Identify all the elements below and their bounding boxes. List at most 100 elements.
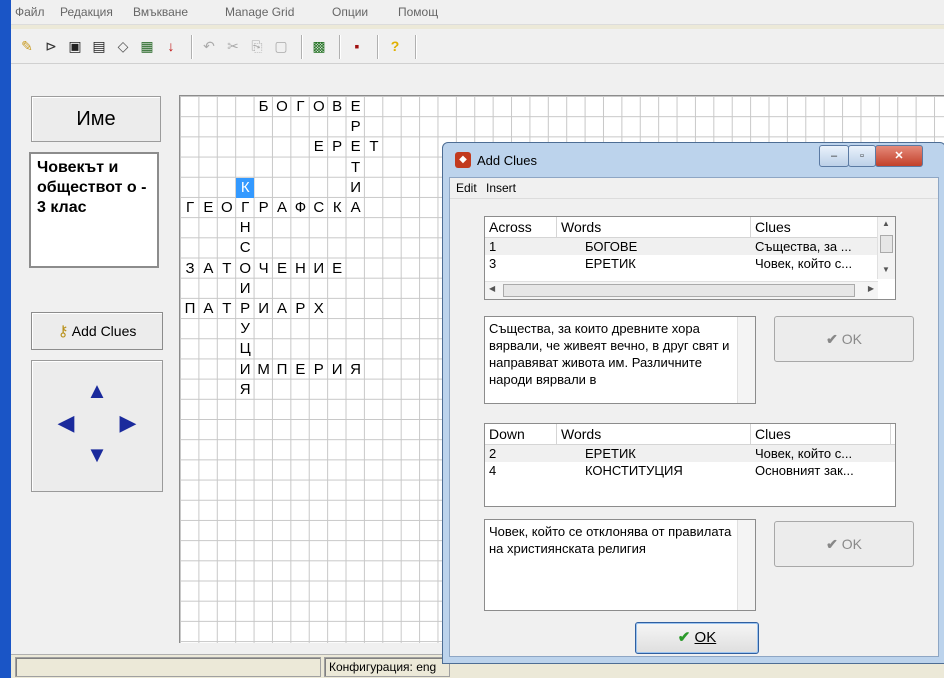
paste-icon[interactable]: ▢ (271, 36, 291, 56)
grid-cell[interactable]: А (199, 259, 217, 279)
maximize-button[interactable]: ▫ (848, 145, 876, 167)
grid-cell[interactable]: Ф (291, 198, 309, 218)
grid-cell[interactable]: И (255, 299, 273, 319)
grid-cell[interactable]: А (273, 198, 291, 218)
across-list[interactable]: Across Words Clues 1 БОГОВЕ Същества, за… (484, 216, 896, 300)
grid-cell[interactable]: Т (365, 137, 383, 157)
dialog-title-bar[interactable]: ◆ Add Clues – ▫ ✕ (443, 143, 944, 177)
list-item[interactable]: 2 ЕРЕТИК Човек, който с... (485, 445, 895, 462)
col-clues[interactable]: Clues (751, 217, 876, 237)
grid-cell[interactable]: Н (236, 218, 254, 238)
down-list[interactable]: Down Words Clues 2 ЕРЕТИК Човек, който с… (484, 423, 896, 507)
new-file-icon[interactable]: ✎ (17, 36, 37, 56)
grid-cell[interactable]: Е (347, 97, 365, 117)
cut-icon[interactable]: ✂ (223, 36, 243, 56)
close-button[interactable]: ✕ (875, 145, 923, 167)
menu-help[interactable]: Помощ (398, 5, 438, 19)
col-across[interactable]: Across (485, 217, 557, 237)
grid-cell[interactable]: Т (218, 299, 236, 319)
grid-cell[interactable]: Ч (255, 259, 273, 279)
grid-cell[interactable]: Н (291, 259, 309, 279)
grid-cell[interactable]: О (273, 97, 291, 117)
grid-cell[interactable]: Я (236, 380, 254, 400)
grid-cell[interactable]: А (347, 198, 365, 218)
grid-cell[interactable]: А (273, 299, 291, 319)
menu-file[interactable]: Файл (15, 5, 45, 19)
grid-cell[interactable]: О (236, 259, 254, 279)
scroll-left-icon[interactable]: ◀ (489, 284, 495, 293)
grid-cell[interactable]: И (347, 178, 365, 198)
grid-cell[interactable]: Р (236, 299, 254, 319)
scroll-down-icon[interactable]: ▼ (882, 265, 890, 274)
generate-grid-icon[interactable]: ▩ (309, 36, 329, 56)
grid-cell[interactable]: П (273, 360, 291, 380)
down-ok-button[interactable]: ✔ OK (774, 521, 914, 567)
grid-cell[interactable]: З (181, 259, 199, 279)
open-folder-icon[interactable]: ⊳ (41, 36, 61, 56)
grid-cell[interactable]: Х (310, 299, 328, 319)
menu-manage-grid[interactable]: Manage Grid (225, 5, 294, 19)
grid-cell[interactable]: Р (291, 299, 309, 319)
arrow-left-icon[interactable]: ◀ (54, 411, 78, 435)
grid-cell[interactable]: Е (310, 137, 328, 157)
grid-cell[interactable]: Я (347, 360, 365, 380)
across-hscroll[interactable]: ◀ ▶ (485, 281, 878, 299)
topic-text[interactable]: Човекът и обществот о - 3 клас (29, 152, 159, 268)
grid-cell[interactable]: К (328, 198, 346, 218)
down-arrow-icon[interactable]: ↓ (161, 36, 181, 56)
minimize-button[interactable]: – (819, 145, 849, 167)
ok-button[interactable]: ✔ OK (635, 622, 759, 654)
grid-cell[interactable]: Т (347, 158, 365, 178)
col-clues[interactable]: Clues (751, 424, 891, 444)
copy-icon[interactable]: ⎘ (247, 36, 267, 56)
grid-cell[interactable]: С (236, 238, 254, 258)
help-icon[interactable]: ? (385, 36, 405, 56)
add-clues-button[interactable]: ⚷ Add Clues (31, 312, 163, 350)
grid-pattern-icon[interactable]: ▦ (137, 36, 157, 56)
grid-cell[interactable]: О (310, 97, 328, 117)
grid-cell[interactable]: У (236, 319, 254, 339)
grid-cell[interactable]: Г (291, 97, 309, 117)
grid-cell[interactable]: В (328, 97, 346, 117)
grid-cell[interactable]: И (236, 279, 254, 299)
across-clue-vscroll[interactable] (737, 317, 755, 403)
grid-cell[interactable]: Е (199, 198, 217, 218)
grid-cell[interactable]: С (310, 198, 328, 218)
scroll-up-icon[interactable]: ▲ (882, 219, 890, 228)
menu-insert[interactable]: Вмъкване (133, 5, 188, 19)
grid-cell[interactable]: А (199, 299, 217, 319)
grid-cell[interactable]: Т (218, 259, 236, 279)
grid-cell[interactable]: М (255, 360, 273, 380)
grid-cell[interactable]: П (181, 299, 199, 319)
grid-cell[interactable]: Е (347, 137, 365, 157)
menu-edit[interactable]: Редакция (60, 5, 113, 19)
grid-cell[interactable]: Е (328, 259, 346, 279)
grid-cell[interactable]: Р (255, 198, 273, 218)
grid-cell[interactable]: Г (181, 198, 199, 218)
grid-cell[interactable]: И (236, 360, 254, 380)
save-all-icon[interactable]: ▤ (89, 36, 109, 56)
grid-cell[interactable]: Г (236, 198, 254, 218)
col-down[interactable]: Down (485, 424, 557, 444)
grid-cell[interactable]: И (310, 259, 328, 279)
dialog-menu-insert[interactable]: Insert (486, 181, 516, 195)
grid-cell[interactable]: Р (328, 137, 346, 157)
arrow-down-icon[interactable]: ▼ (85, 443, 109, 467)
grid-cell[interactable]: Б (255, 97, 273, 117)
col-words[interactable]: Words (557, 217, 751, 237)
list-item[interactable]: 1 БОГОВЕ Същества, за ... (485, 238, 895, 255)
across-clue-text[interactable]: Същества, за които древните хора вярвали… (484, 316, 756, 404)
menu-options[interactable]: Опции (332, 5, 368, 19)
grid-cell[interactable]: О (218, 198, 236, 218)
grid-cell[interactable]: Е (291, 360, 309, 380)
grid-cell[interactable]: К (236, 177, 255, 198)
arrow-up-icon[interactable]: ▲ (85, 379, 109, 403)
list-item[interactable]: 4 КОНСТИТУЦИЯ Основният зак... (485, 462, 895, 479)
down-clue-text[interactable]: Човек, който се отклонява от правилата н… (484, 519, 756, 611)
down-clue-vscroll[interactable] (737, 520, 755, 610)
eraser-icon[interactable]: ◇ (113, 36, 133, 56)
scroll-right-icon[interactable]: ▶ (868, 284, 874, 293)
list-item[interactable]: 3 ЕРЕТИК Човек, който с... (485, 255, 895, 272)
save-icon[interactable]: ▣ (65, 36, 85, 56)
across-ok-button[interactable]: ✔ OK (774, 316, 914, 362)
